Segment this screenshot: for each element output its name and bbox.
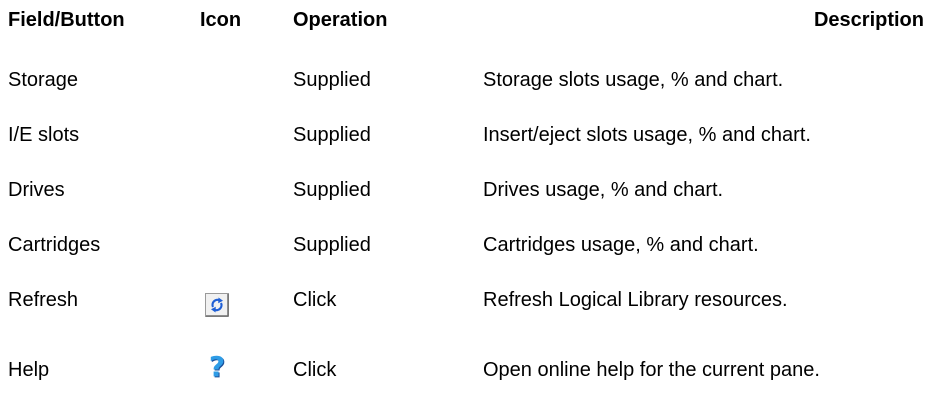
- header-description: Description: [813, 9, 924, 31]
- header-icon: Icon: [200, 9, 242, 31]
- row-help-operation: Click: [293, 359, 337, 381]
- row-help-description: Open online help for the current pane.: [483, 359, 820, 381]
- help-icon[interactable]: ? ?: [205, 350, 231, 384]
- header-operation: Operation: [293, 9, 388, 31]
- row-storage-operation: Supplied: [293, 69, 371, 91]
- refresh-icon[interactable]: [204, 292, 230, 318]
- field-button-reference-table: Field/Button Icon Operation Description …: [0, 0, 933, 404]
- row-ie-slots-field: I/E slots: [8, 124, 80, 146]
- row-storage-field: Storage: [8, 69, 79, 91]
- row-cartridges-operation: Supplied: [293, 234, 371, 256]
- row-refresh-operation: Click: [293, 289, 337, 311]
- row-drives-operation: Supplied: [293, 179, 371, 201]
- row-ie-slots-operation: Supplied: [293, 124, 371, 146]
- svg-text:?: ?: [209, 352, 225, 382]
- row-refresh-field: Refresh: [8, 289, 79, 311]
- row-drives-description: Drives usage, % and chart.: [483, 179, 724, 201]
- row-cartridges-description: Cartridges usage, % and chart.: [483, 234, 759, 256]
- row-storage-description: Storage slots usage, % and chart.: [483, 69, 784, 91]
- header-field-button: Field/Button: [8, 9, 125, 31]
- row-drives-field: Drives: [8, 179, 65, 201]
- row-cartridges-field: Cartridges: [8, 234, 101, 256]
- row-ie-slots-description: Insert/eject slots usage, % and chart.: [483, 124, 811, 146]
- row-help-field: Help: [8, 359, 50, 381]
- row-refresh-description: Refresh Logical Library resources.: [483, 289, 788, 311]
